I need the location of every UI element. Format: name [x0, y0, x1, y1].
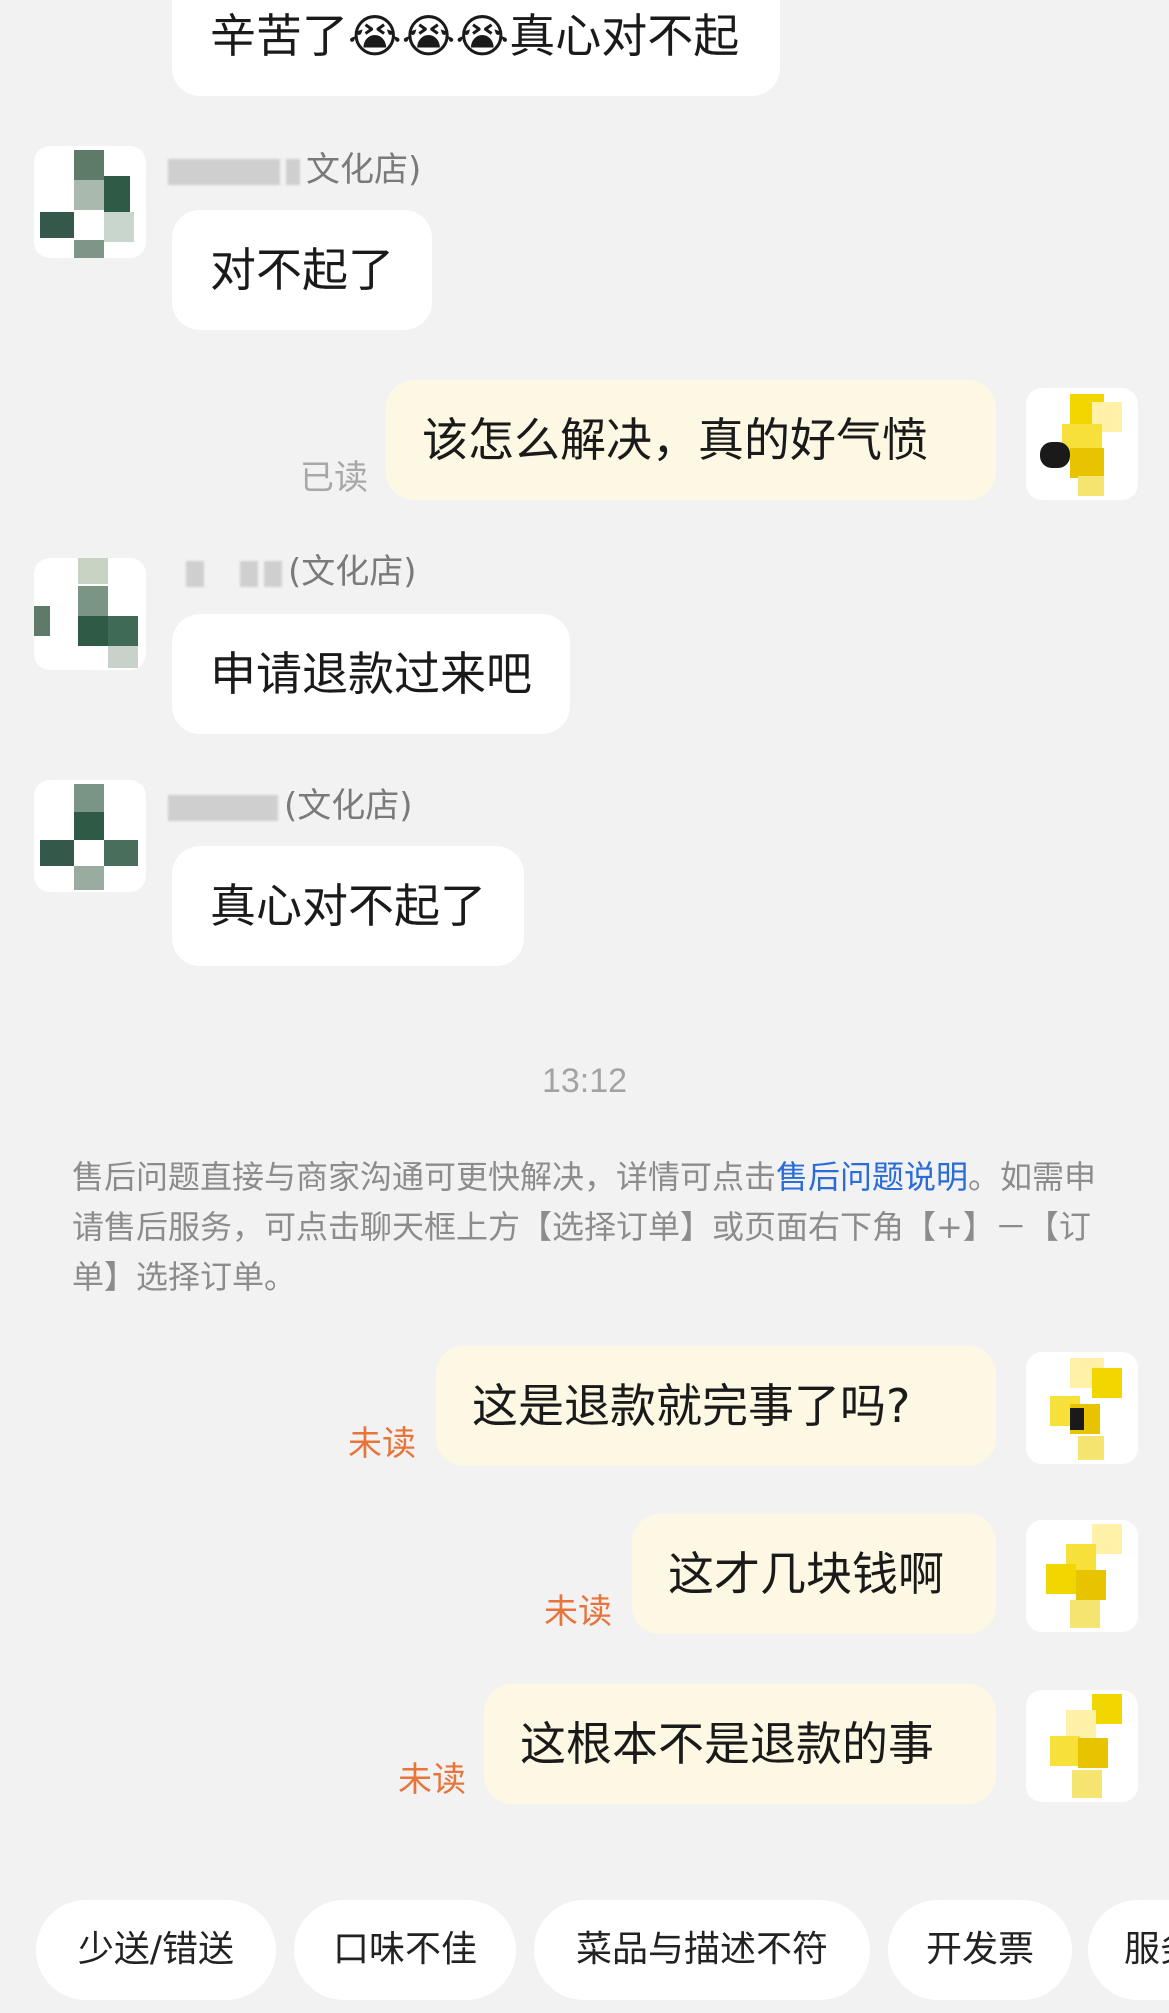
quick-reply-chip[interactable]: 菜品与描述不符: [534, 1900, 870, 2000]
quick-reply-chip[interactable]: 开发票: [888, 1900, 1072, 2000]
unread-status: 未读: [398, 1760, 466, 1800]
message-text: 对不起了: [210, 243, 394, 297]
blurred-name: [286, 158, 300, 185]
message-text: 真心对不起了: [210, 879, 486, 933]
blurred-name: [186, 560, 204, 587]
message-bubble[interactable]: 这才几块钱啊: [632, 1514, 996, 1634]
blurred-name: [168, 794, 278, 821]
message-bubble[interactable]: 这根本不是退款的事: [484, 1684, 996, 1804]
message-text: 这根本不是退款的事: [520, 1717, 934, 1771]
message-text: 辛苦了😭😭😭真心对不起: [210, 9, 740, 63]
notice-text: 售后问题直接与商家沟通可更快解决，详情可点击: [72, 1158, 777, 1196]
sender-name: 文化店): [168, 150, 421, 190]
message-text: 这才几块钱啊: [668, 1547, 944, 1601]
merchant-avatar[interactable]: [34, 146, 146, 258]
merchant-avatar[interactable]: [34, 780, 146, 892]
sender-name: (文化店): [186, 552, 417, 592]
message-bubble[interactable]: 真心对不起了: [172, 846, 524, 966]
message-bubble[interactable]: 申请退款过来吧: [172, 614, 570, 734]
unread-status: 未读: [348, 1424, 416, 1464]
blurred-name: [264, 560, 282, 587]
message-bubble[interactable]: 这是退款就完事了吗?: [436, 1346, 996, 1466]
time-divider: 13:12: [541, 1062, 628, 1100]
message-bubble[interactable]: 对不起了: [172, 210, 432, 330]
blurred-name: [168, 158, 280, 185]
quick-reply-chip[interactable]: 少送/错送: [36, 1900, 276, 2000]
message-text: 该怎么解决，真的好气愤: [422, 413, 928, 467]
merchant-avatar[interactable]: [34, 558, 146, 670]
blurred-name: [240, 560, 258, 587]
quick-reply-chip[interactable]: 服务: [1088, 1900, 1169, 2000]
user-avatar[interactable]: [1026, 1690, 1138, 1802]
unread-status: 未读: [544, 1592, 612, 1632]
user-avatar[interactable]: [1026, 388, 1138, 500]
message-bubble[interactable]: 该怎么解决，真的好气愤: [386, 380, 996, 500]
user-avatar[interactable]: [1026, 1352, 1138, 1464]
read-status: 已读: [300, 458, 368, 498]
system-notice: 售后问题直接与商家沟通可更快解决，详情可点击售后问题说明。如需申请售后服务，可点…: [72, 1152, 1112, 1302]
quick-reply-chip[interactable]: 口味不佳: [294, 1900, 516, 2000]
user-avatar[interactable]: [1026, 1520, 1138, 1632]
message-text: 这是退款就完事了吗?: [472, 1379, 911, 1433]
sender-name: (文化店): [168, 786, 413, 826]
quick-reply-bar: 少送/错送 口味不佳 菜品与描述不符 开发票 服务: [0, 1900, 1169, 2010]
message-bubble[interactable]: 辛苦了😭😭😭真心对不起: [172, 0, 780, 96]
after-sales-link[interactable]: 售后问题说明: [776, 1158, 968, 1196]
message-text: 申请退款过来吧: [210, 647, 532, 701]
